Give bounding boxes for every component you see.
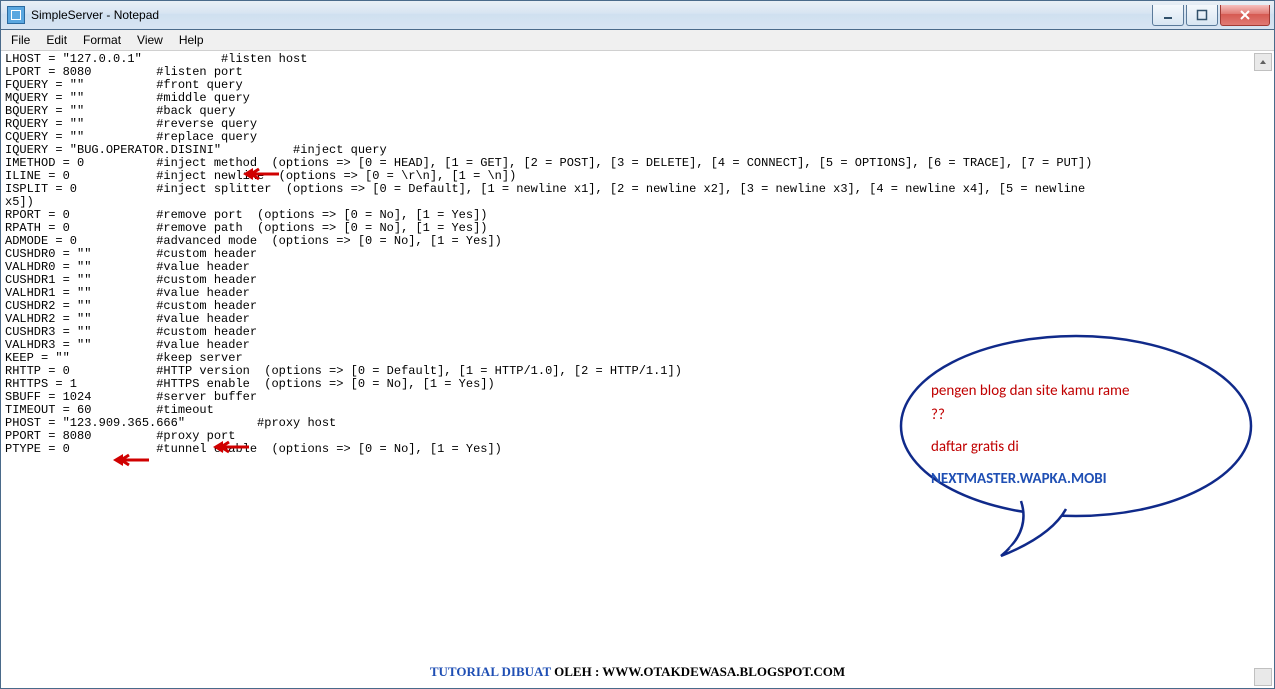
maximize-button[interactable] (1186, 5, 1218, 26)
window-title: SimpleServer - Notepad (31, 8, 159, 22)
chevron-up-icon (1259, 58, 1267, 66)
footer-rest: OLEH : WWW.OTAKDEWASA.BLOGSPOT.COM (551, 664, 845, 679)
menubar: File Edit Format View Help (1, 30, 1274, 51)
minimize-button[interactable] (1152, 5, 1184, 26)
menu-help[interactable]: Help (171, 31, 212, 49)
menu-format[interactable]: Format (75, 31, 129, 49)
notepad-window: SimpleServer - Notepad File Edit Format … (0, 0, 1275, 689)
menu-file[interactable]: File (3, 31, 38, 49)
scrollbar-up-button[interactable] (1254, 53, 1272, 71)
menu-edit[interactable]: Edit (38, 31, 75, 49)
minimize-icon (1162, 9, 1174, 21)
footer-credit: TUTORIAL DIBUAT OLEH : WWW.OTAKDEWASA.BL… (1, 664, 1274, 680)
titlebar[interactable]: SimpleServer - Notepad (1, 1, 1274, 30)
close-icon (1238, 9, 1252, 21)
editor-text[interactable]: LHOST = "127.0.0.1" #listen host LPORT =… (1, 51, 1274, 688)
notepad-icon (7, 6, 25, 24)
window-control-buttons (1150, 5, 1270, 25)
close-button[interactable] (1220, 5, 1270, 26)
footer-label: TUTORIAL DIBUAT (430, 664, 551, 679)
maximize-icon (1196, 9, 1208, 21)
editor-area[interactable]: LHOST = "127.0.0.1" #listen host LPORT =… (1, 51, 1274, 688)
menu-view[interactable]: View (129, 31, 171, 49)
